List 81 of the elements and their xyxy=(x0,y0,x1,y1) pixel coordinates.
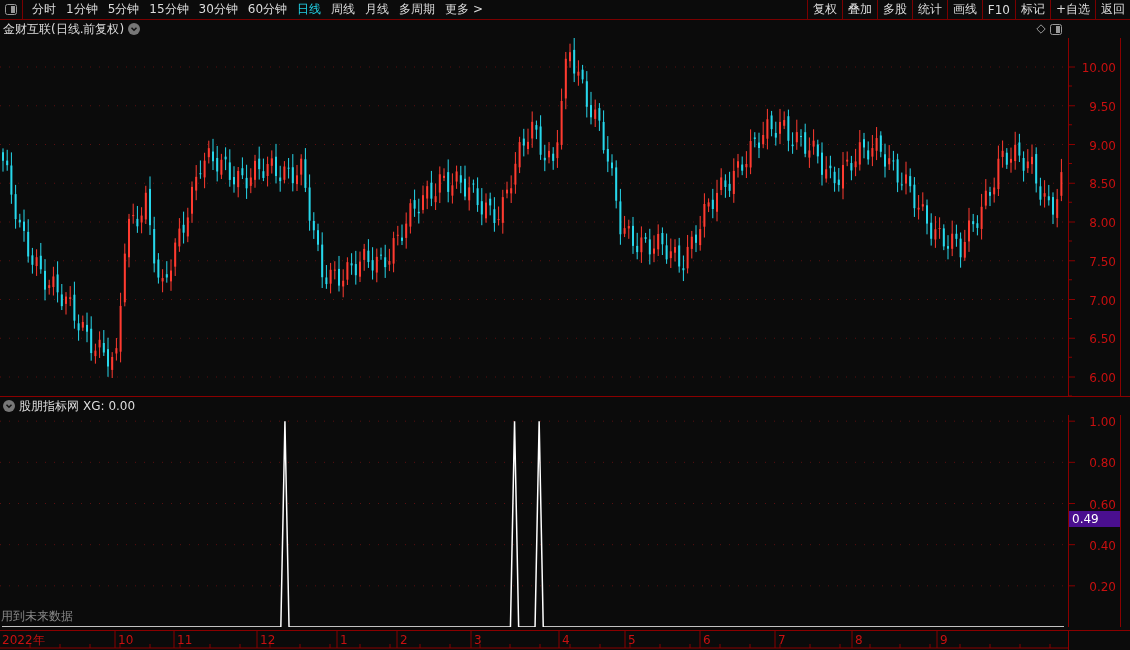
tick-mark xyxy=(1068,461,1076,463)
date-label: 6 xyxy=(703,633,711,647)
tick-mark xyxy=(1068,420,1076,422)
tick-mark xyxy=(1068,182,1076,184)
tick-mark xyxy=(1068,279,1073,281)
period-tab[interactable]: 月线 xyxy=(360,1,395,18)
price-tick-label: 7.50 xyxy=(1089,254,1116,269)
tick-mark xyxy=(1068,585,1076,587)
period-tab[interactable]: 1分钟 xyxy=(61,1,103,18)
tick-mark xyxy=(1068,544,1076,546)
indicator-reading: : 0.00 xyxy=(100,399,136,413)
price-tick-label: 7.00 xyxy=(1089,293,1116,308)
period-tab[interactable]: 更多 > xyxy=(440,1,488,18)
toolbar-button[interactable]: +自选 xyxy=(1049,0,1095,19)
tick-mark xyxy=(1068,260,1076,262)
date-label: 8 xyxy=(855,633,863,647)
tick-mark xyxy=(1068,337,1076,339)
toolbar-button[interactable]: 标记 xyxy=(1014,0,1050,19)
date-label: 7 xyxy=(778,633,786,647)
date-label: 2022年 xyxy=(2,633,45,647)
date-label: 12 xyxy=(260,633,276,647)
tick-mark xyxy=(1068,240,1073,242)
date-label: 2 xyxy=(400,633,408,647)
period-tab[interactable]: 分时 xyxy=(27,1,61,18)
toolbar-button[interactable]: F10 xyxy=(981,0,1015,19)
tick-mark xyxy=(1068,144,1076,145)
price-tick-label: 8.50 xyxy=(1089,177,1116,192)
chart-title: 金财互联(日线.前复权) xyxy=(3,20,125,38)
period-tab[interactable]: 日线 xyxy=(292,1,327,18)
tick-mark xyxy=(1068,299,1076,300)
panel-toggle-icon[interactable] xyxy=(1050,23,1062,35)
panel-toggle-icon[interactable] xyxy=(5,4,17,15)
toolbar-button[interactable]: 复权 xyxy=(806,0,842,19)
date-label: 9 xyxy=(940,633,948,647)
axis-tick-label: 1.00 xyxy=(1089,415,1116,430)
price-tick-label: 9.50 xyxy=(1089,99,1116,114)
date-label: 1 xyxy=(340,633,348,647)
toolbar-button[interactable]: 多股 xyxy=(876,0,912,19)
chevron-down-icon[interactable] xyxy=(128,23,141,35)
warning-note: 用到未来数据 xyxy=(1,609,73,623)
chevron-down-icon[interactable] xyxy=(3,400,15,412)
tick-mark xyxy=(1068,124,1073,126)
price-tick-label: 6.00 xyxy=(1089,371,1116,385)
price-tick-label: 9.00 xyxy=(1089,138,1116,153)
price-tick-label: 6.50 xyxy=(1089,332,1116,347)
price-tick-label: 8.00 xyxy=(1089,216,1116,230)
period-tab[interactable]: 15分钟 xyxy=(144,1,194,18)
date-label: 10 xyxy=(118,633,134,647)
tick-mark xyxy=(1068,85,1073,87)
price-tick-label: 10.00 xyxy=(1081,61,1116,75)
date-label: 3 xyxy=(474,633,482,647)
tick-mark xyxy=(1068,66,1076,68)
cursor-value-label xyxy=(1069,511,1120,527)
toolbar-button[interactable]: 返回 xyxy=(1095,0,1130,19)
tick-mark xyxy=(1068,356,1073,358)
date-label: 5 xyxy=(628,633,636,647)
period-tab[interactable]: 30分钟 xyxy=(193,1,243,18)
axis-tick-label: 0.60 xyxy=(1089,497,1116,512)
toolbar-button[interactable]: 画线 xyxy=(946,0,982,19)
tick-mark xyxy=(1068,503,1076,504)
date-label: 4 xyxy=(562,633,570,647)
toolbar-button[interactable]: 叠加 xyxy=(841,0,877,19)
period-tab[interactable]: 60分钟 xyxy=(242,1,293,18)
tick-mark xyxy=(1068,376,1076,378)
period-tab[interactable]: 周线 xyxy=(326,1,361,18)
tick-mark xyxy=(1068,318,1073,319)
toolbar-button[interactable]: 统计 xyxy=(911,0,947,19)
tick-mark xyxy=(1068,105,1076,107)
series-name: XG xyxy=(83,399,101,413)
tick-mark xyxy=(1068,201,1073,203)
axis-tick-label: 0.80 xyxy=(1089,456,1116,471)
period-tab[interactable]: 多周期 xyxy=(394,1,441,18)
axis-tick-label: 0.40 xyxy=(1089,538,1116,553)
tick-mark xyxy=(1068,163,1073,164)
cursor-value: 0.49 xyxy=(1072,512,1099,526)
tick-mark xyxy=(1068,221,1076,223)
indicator-title: 股朋指标网 xyxy=(19,397,79,415)
period-tab[interactable]: 5分钟 xyxy=(102,1,145,18)
diamond-icon[interactable] xyxy=(1036,24,1046,34)
axis-tick-label: 0.20 xyxy=(1089,579,1116,594)
date-label: 11 xyxy=(177,633,193,647)
